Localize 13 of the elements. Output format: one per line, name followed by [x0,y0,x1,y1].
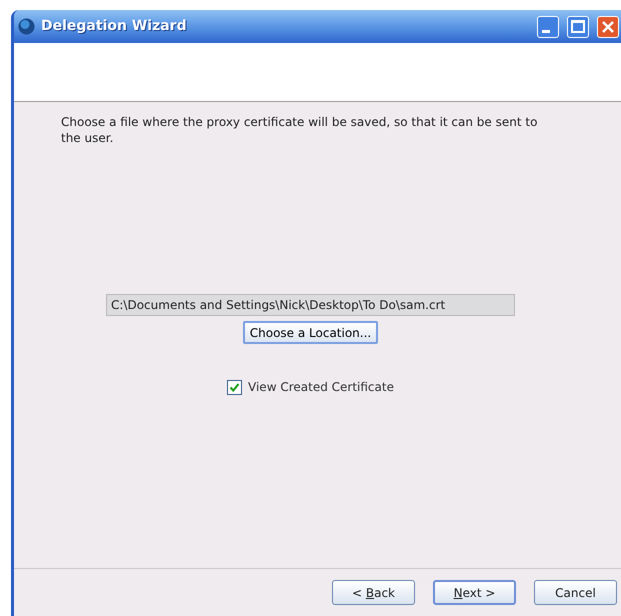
close-button[interactable] [597,16,619,38]
window-title: Delegation Wizard [41,17,188,36]
checkbox-label: View Created Certificate [248,379,394,396]
wizard-button[interactable]: < Back [332,580,415,605]
maximize-button[interactable] [567,16,589,38]
wizard-button[interactable]: Cancel [534,580,617,605]
minimize-button[interactable] [537,16,559,38]
close-icon [601,20,615,34]
globe-icon [18,18,35,35]
wizard-button[interactable]: Next > [433,580,516,605]
checkbox[interactable] [227,380,242,394]
choose-location-button[interactable]: Choose a Location... [242,321,378,344]
instruction-text: Choose a file where the proxy certificate will be saved, so that it can be sent to the user. [61,114,538,146]
